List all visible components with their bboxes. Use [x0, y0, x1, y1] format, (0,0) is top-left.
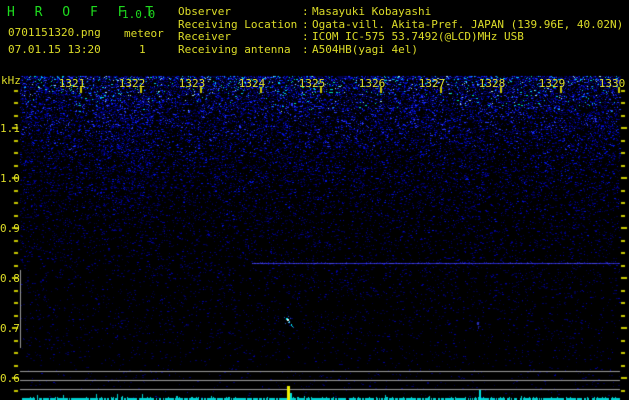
spectrogram-canvas	[0, 0, 629, 400]
mode-label: meteor	[124, 27, 164, 40]
output-filename: 0701151320.png	[8, 26, 101, 39]
y-tick-label: 0.7	[0, 322, 20, 335]
x-tick-label: 1322	[118, 77, 146, 90]
x-tick-label: 1324	[238, 77, 266, 90]
x-tick-label: 1321	[58, 77, 86, 90]
info-separator: :	[302, 43, 309, 56]
x-tick-label: 1327	[418, 77, 446, 90]
info-value-observer: Masayuki Kobayashi	[312, 5, 432, 18]
y-tick-label: 1.0	[0, 172, 20, 185]
x-tick-label: 1329	[538, 77, 566, 90]
y-tick-label: 1.1	[0, 122, 20, 135]
info-separator: :	[302, 5, 309, 18]
app-version: 1.0.0	[122, 8, 156, 21]
info-label-observer: Observer	[178, 5, 231, 18]
y-tick-label: 0.6	[0, 372, 20, 385]
y-tick-label: 0.9	[0, 222, 20, 235]
info-label-antenna: Receiving antenna	[178, 43, 291, 56]
meteor-count: 1	[139, 43, 146, 56]
x-tick-label: 1323	[178, 77, 206, 90]
x-tick-label: 1325	[298, 77, 326, 90]
y-tick-label: 0.8	[0, 272, 20, 285]
info-value-antenna: A504HB(yagi 4el)	[312, 43, 418, 56]
info-label-receiver: Receiver	[178, 30, 231, 43]
info-separator: :	[302, 30, 309, 43]
info-value-receiver: ICOM IC-575 53.7492(@LCD)MHz USB	[312, 30, 524, 43]
datetime-label: 07.01.15 13:20	[8, 43, 101, 56]
x-tick-label: 1326	[358, 77, 386, 90]
x-tick-label: 1328	[478, 77, 506, 90]
x-tick-label: 1330	[598, 77, 626, 90]
hrofft-screenshot: H R O F F T 1.0.0 0701151320.png meteor …	[0, 0, 629, 400]
y-axis-unit: kHz	[1, 74, 21, 87]
